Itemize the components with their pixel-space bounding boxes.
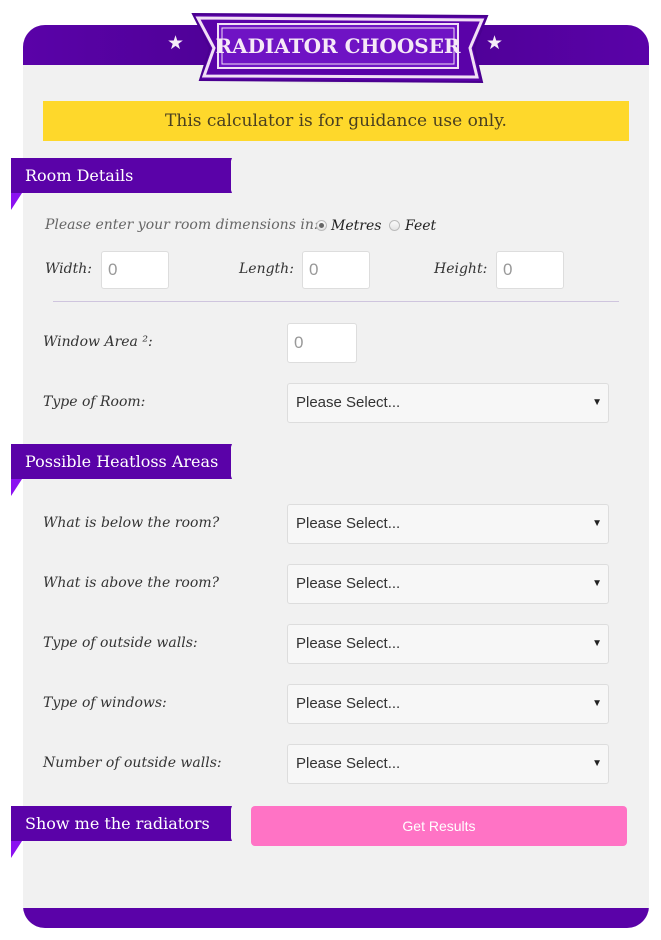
section-title-heatloss: Possible Heatloss Areas <box>11 444 231 479</box>
get-results-button[interactable]: Get Results <box>251 806 627 846</box>
below-room-value: Please Select... <box>296 515 401 532</box>
ribbon-fold <box>11 479 22 496</box>
outside-walls-type-value: Please Select... <box>296 635 401 652</box>
metres-radio[interactable] <box>316 220 327 231</box>
room-type-label: Type of Room: <box>43 394 146 410</box>
outside-walls-type-select[interactable]: Please Select... ▼ <box>287 624 609 664</box>
divider <box>53 301 619 302</box>
window-area-label: Window Area ²: <box>43 334 153 350</box>
outside-walls-count-label: Number of outside walls: <box>43 755 222 771</box>
dropdown-arrow-icon: ▼ <box>592 578 602 589</box>
feet-label[interactable]: Feet <box>405 218 436 234</box>
width-input[interactable]: 0 <box>101 251 169 289</box>
outside-walls-count-value: Please Select... <box>296 755 401 772</box>
metres-label[interactable]: Metres <box>331 218 381 234</box>
guidance-notice: This calculator is for guidance use only… <box>43 101 629 141</box>
dropdown-arrow-icon: ▼ <box>592 758 602 769</box>
length-input[interactable]: 0 <box>302 251 370 289</box>
height-label: Height: <box>434 261 488 277</box>
footer-bar <box>23 908 649 928</box>
length-label: Length: <box>239 261 294 277</box>
windows-type-label: Type of windows: <box>43 695 167 711</box>
section-title-results: Show me the radiators <box>11 806 231 841</box>
windows-type-select[interactable]: Please Select... ▼ <box>287 684 609 724</box>
height-input[interactable]: 0 <box>496 251 564 289</box>
room-type-select[interactable]: Please Select... ▼ <box>287 383 609 423</box>
window-area-input[interactable]: 0 <box>287 323 357 363</box>
width-label: Width: <box>45 261 92 277</box>
ribbon-fold <box>11 193 22 210</box>
outside-walls-type-label: Type of outside walls: <box>43 635 198 651</box>
dropdown-arrow-icon: ▼ <box>592 518 602 529</box>
ribbon-fold <box>11 841 22 858</box>
windows-type-value: Please Select... <box>296 695 401 712</box>
app-title: RADIATOR CHOOSER <box>215 34 460 58</box>
section-title-room-details: Room Details <box>11 158 231 193</box>
units-prompt: Please enter your room dimensions in: <box>45 217 319 233</box>
below-room-select[interactable]: Please Select... ▼ <box>287 504 609 544</box>
star-icon: ★ <box>167 32 185 54</box>
room-type-value: Please Select... <box>296 394 401 411</box>
above-room-label: What is above the room? <box>43 575 220 591</box>
feet-radio[interactable] <box>389 220 400 231</box>
above-room-select[interactable]: Please Select... ▼ <box>287 564 609 604</box>
dropdown-arrow-icon: ▼ <box>592 397 602 408</box>
dropdown-arrow-icon: ▼ <box>592 698 602 709</box>
above-room-value: Please Select... <box>296 575 401 592</box>
dropdown-arrow-icon: ▼ <box>592 638 602 649</box>
outside-walls-count-select[interactable]: Please Select... ▼ <box>287 744 609 784</box>
title-banner: RADIATOR CHOOSER <box>190 10 490 85</box>
below-room-label: What is below the room? <box>43 515 220 531</box>
